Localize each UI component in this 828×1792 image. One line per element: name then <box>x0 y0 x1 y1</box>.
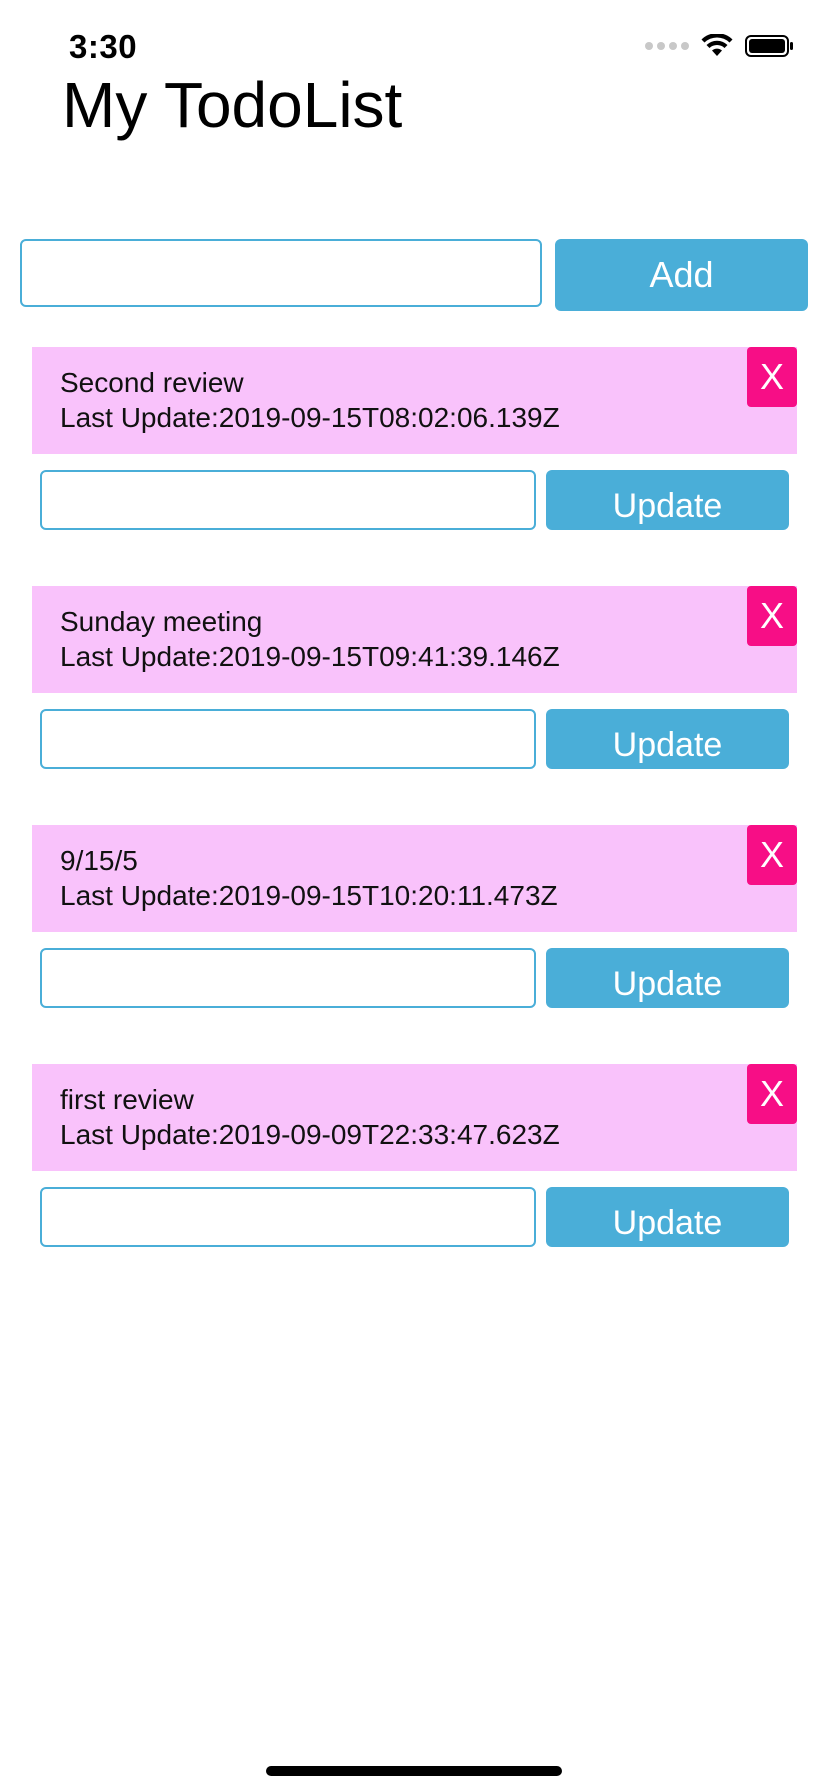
add-button[interactable]: Add <box>555 239 808 311</box>
todo-title: first review <box>60 1084 194 1115</box>
delete-button[interactable]: X <box>747 347 797 407</box>
last-update-label: Last Update: <box>60 641 219 672</box>
todo-card: Sunday meeting Last Update: 2019-09-15T09… <box>32 586 797 693</box>
last-update-label: Last Update: <box>60 1119 219 1150</box>
signal-icon <box>645 34 689 58</box>
todo-title: Second review <box>60 367 244 398</box>
wifi-icon <box>701 34 733 58</box>
todo-last-update: Last Update: 2019-09-09T22:33:47.623Z <box>60 1119 560 1151</box>
todo-card: 9/15/5 Last Update: 2019-09-15T10:20:11.4… <box>32 825 797 932</box>
home-indicator[interactable] <box>266 1766 562 1776</box>
new-todo-input[interactable] <box>20 239 542 307</box>
last-update-timestamp: 2019-09-09T22:33:47.623Z <box>218 1119 560 1150</box>
app-screen: 3:30 My TodoList Add Second review Last … <box>0 0 828 1792</box>
update-button[interactable]: Update <box>546 470 789 530</box>
update-todo-input[interactable] <box>40 948 536 1008</box>
todo-last-update: Last Update: 2019-09-15T10:20:11.473Z <box>60 880 558 912</box>
last-update-timestamp: 2019-09-15T09:41:39.146Z <box>218 641 560 672</box>
delete-button[interactable]: X <box>747 586 797 646</box>
delete-button[interactable]: X <box>747 825 797 885</box>
todo-title: 9/15/5 <box>60 845 138 876</box>
update-todo-input[interactable] <box>40 709 536 769</box>
last-update-label: Last Update: <box>60 880 219 911</box>
update-button[interactable]: Update <box>546 1187 789 1247</box>
todo-last-update: Last Update: 2019-09-15T08:02:06.139Z <box>60 402 560 434</box>
update-todo-input[interactable] <box>40 470 536 530</box>
update-todo-input[interactable] <box>40 1187 536 1247</box>
update-button[interactable]: Update <box>546 709 789 769</box>
last-update-label: Last Update: <box>60 402 219 433</box>
last-update-timestamp: 2019-09-15T10:20:11.473Z <box>218 880 558 911</box>
last-update-timestamp: 2019-09-15T08:02:06.139Z <box>218 402 560 433</box>
battery-icon <box>745 34 795 58</box>
page-title: My TodoList <box>62 69 403 141</box>
status-icons <box>645 34 795 58</box>
update-button[interactable]: Update <box>546 948 789 1008</box>
delete-button[interactable]: X <box>747 1064 797 1124</box>
todo-card: Second review Last Update: 2019-09-15T08:… <box>32 347 797 454</box>
status-time: 3:30 <box>69 28 138 65</box>
todo-card: first review Last Update: 2019-09-09T22:3… <box>32 1064 797 1171</box>
todo-last-update: Last Update: 2019-09-15T09:41:39.146Z <box>60 641 560 673</box>
todo-title: Sunday meeting <box>60 606 263 637</box>
